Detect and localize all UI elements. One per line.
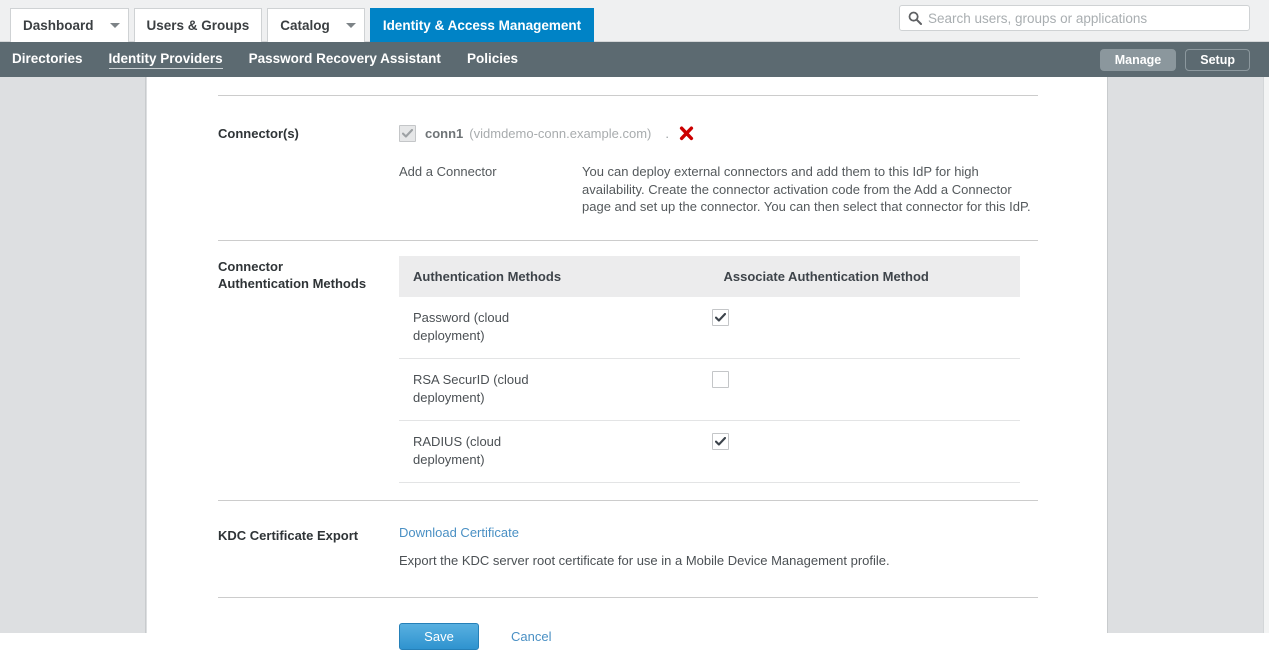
- connector-checkbox-conn1: [399, 124, 416, 142]
- auth-method-name: RSA SecurID (cloud deployment): [399, 358, 710, 421]
- idp-settings-form: Connector(s) conn1 (vidmdemo-conn.exampl…: [218, 95, 1038, 650]
- primary-tab-list: Dashboard Users & Groups Catalog Identit…: [10, 8, 595, 42]
- add-a-connector-link[interactable]: Add a Connector: [399, 163, 582, 216]
- subnav-item-identity-providers[interactable]: Identity Providers: [108, 51, 223, 69]
- search-icon: [908, 11, 922, 25]
- connectors-section: Connector(s) conn1 (vidmdemo-conn.exampl…: [218, 96, 1038, 240]
- connector-host: (vidmdemo-conn.example.com): [469, 125, 652, 141]
- check-icon: [714, 436, 726, 446]
- table-row: Password (cloud deployment): [399, 296, 1020, 359]
- right-gutter: [1108, 77, 1263, 633]
- associate-checkbox-password[interactable]: [711, 308, 729, 326]
- global-search[interactable]: [899, 5, 1250, 31]
- auth-method-associate-cell: [709, 358, 1020, 421]
- tab-users-and-groups-label: Users & Groups: [146, 18, 250, 33]
- kdc-certificate-export-section: KDC Certificate Export Download Certific…: [218, 501, 1038, 597]
- tab-users-and-groups[interactable]: Users & Groups: [133, 8, 263, 42]
- add-connector-row: Add a Connector You can deploy external …: [399, 163, 1038, 216]
- table-row: RSA SecurID (cloud deployment): [399, 358, 1020, 421]
- auth-method-name: RADIUS (cloud deployment): [399, 420, 710, 483]
- tab-identity-and-access-management[interactable]: Identity & Access Management: [369, 8, 595, 42]
- cancel-button[interactable]: Cancel: [511, 629, 551, 644]
- connector-auth-methods-section: Connector Authentication Methods Authent…: [218, 241, 1038, 500]
- connector-auth-methods-label-line1: Connector: [218, 258, 283, 274]
- left-gutter: [0, 77, 146, 633]
- tab-dashboard-label: Dashboard: [23, 18, 94, 33]
- auth-method-associate-cell: [709, 420, 1020, 483]
- save-button[interactable]: Save: [399, 622, 479, 650]
- chevron-down-icon: [109, 23, 120, 28]
- associate-checkbox-rsa-securid[interactable]: [711, 370, 729, 388]
- table-row: RADIUS (cloud deployment): [399, 420, 1020, 483]
- tab-identity-and-access-management-label: Identity & Access Management: [382, 18, 582, 33]
- subnav-item-password-recovery-assistant[interactable]: Password Recovery Assistant: [249, 51, 441, 68]
- column-header-associate-authentication-method: Associate Authentication Method: [709, 255, 1020, 297]
- search-input[interactable]: [928, 10, 1233, 26]
- connector-name: conn1: [425, 125, 464, 141]
- check-icon: [401, 128, 414, 138]
- actions-spacer: [218, 635, 399, 637]
- auth-method-name-text: RSA SecurID (cloud deployment): [413, 371, 529, 405]
- kdc-description: Export the KDC server root certificate f…: [399, 552, 890, 568]
- subnav-item-policies[interactable]: Policies: [467, 51, 518, 68]
- chevron-down-icon: [345, 23, 356, 28]
- connector-row: conn1 (vidmdemo-conn.example.com) .: [399, 123, 1038, 143]
- content-panel: Connector(s) conn1 (vidmdemo-conn.exampl…: [147, 77, 1108, 650]
- auth-method-name: Password (cloud deployment): [399, 296, 710, 359]
- connectors-label: Connector(s): [218, 126, 299, 141]
- connector-auth-methods-label-line2: Authentication Methods: [218, 275, 367, 291]
- sub-nav-bar: Directories Identity Providers Password …: [0, 42, 1269, 77]
- column-header-authentication-methods: Authentication Methods: [399, 255, 710, 297]
- top-bar: Dashboard Users & Groups Catalog Identit…: [0, 0, 1269, 42]
- delete-x-icon[interactable]: [679, 126, 694, 141]
- download-certificate-link[interactable]: Download Certificate: [399, 525, 519, 540]
- kdc-label: KDC Certificate Export: [218, 527, 359, 543]
- sub-nav-mode-buttons: Manage Setup: [1091, 42, 1250, 77]
- form-actions: Save Cancel: [218, 598, 1038, 650]
- auth-method-name-text: Password (cloud deployment): [413, 309, 510, 343]
- manage-button[interactable]: Manage: [1099, 48, 1177, 71]
- check-icon: [714, 312, 726, 322]
- subnav-item-directories[interactable]: Directories: [12, 51, 83, 68]
- table-header-row: Authentication Methods Associate Authent…: [399, 255, 1020, 297]
- tab-catalog[interactable]: Catalog: [267, 8, 365, 42]
- page-body: Connector(s) conn1 (vidmdemo-conn.exampl…: [0, 77, 1269, 650]
- connector-separator: .: [665, 125, 669, 141]
- setup-button[interactable]: Setup: [1185, 48, 1250, 71]
- sub-nav-link-list: Directories Identity Providers Password …: [12, 42, 544, 77]
- auth-methods-table: Authentication Methods Associate Authent…: [399, 255, 1020, 483]
- connector-auth-methods-label: Connector Authentication Methods: [218, 256, 399, 292]
- page-scrollbar[interactable]: [1263, 77, 1269, 633]
- auth-method-associate-cell: [709, 296, 1020, 359]
- auth-method-name-text: RADIUS (cloud deployment): [413, 433, 502, 467]
- tab-catalog-label: Catalog: [280, 18, 330, 33]
- associate-checkbox-radius[interactable]: [711, 432, 729, 450]
- connectors-description: You can deploy external connectors and a…: [582, 164, 1031, 214]
- tab-dashboard[interactable]: Dashboard: [10, 8, 129, 42]
